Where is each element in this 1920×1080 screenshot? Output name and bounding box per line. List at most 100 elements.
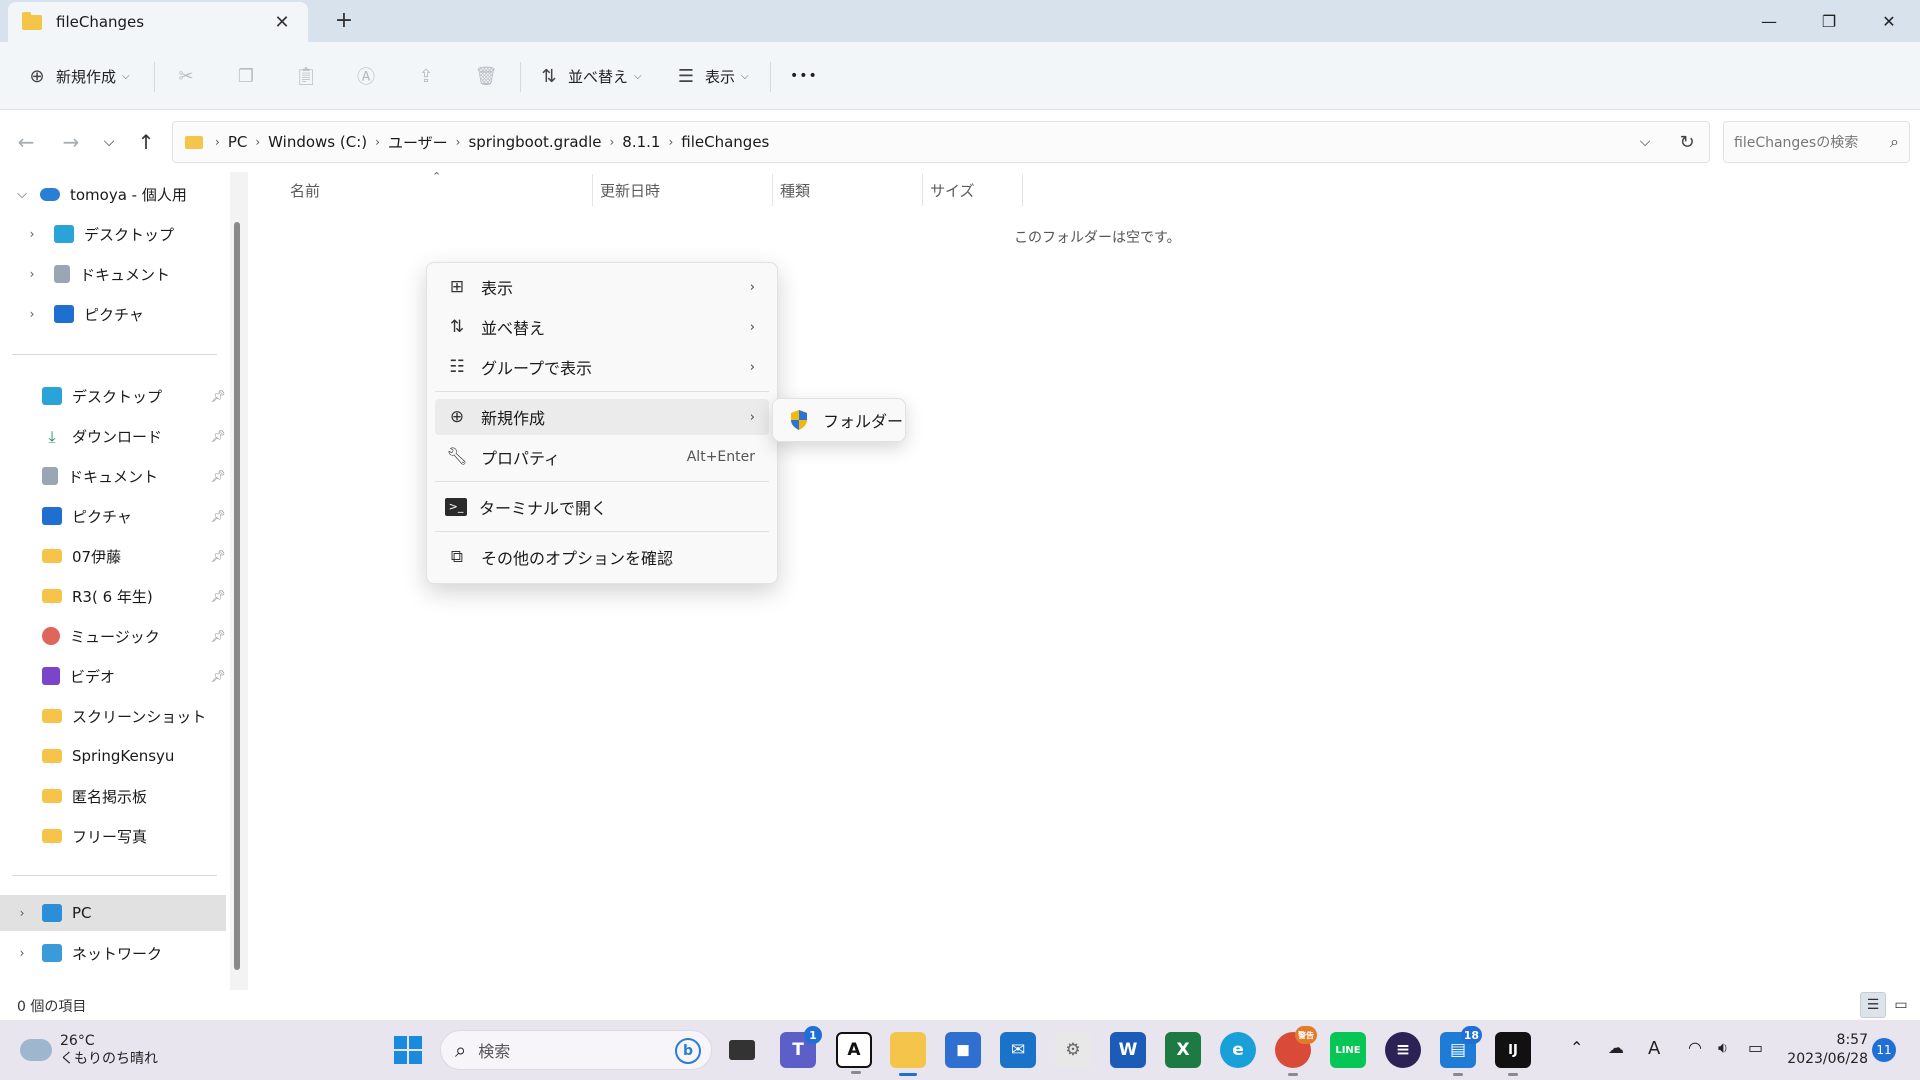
- clock[interactable]: 8:57 2023/06/28: [1786, 1031, 1868, 1069]
- battery-icon[interactable]: ▭: [1748, 1038, 1763, 1057]
- breadcrumb-version[interactable]: 8.1.1: [622, 133, 660, 151]
- column-header-size[interactable]: サイズ: [930, 180, 975, 202]
- quick-access-videos[interactable]: ビデオ 📌︎: [0, 658, 226, 694]
- up-button[interactable]: ↑: [132, 128, 160, 156]
- chevron-right-icon[interactable]: ›: [24, 307, 40, 321]
- forward-button[interactable]: →: [57, 128, 85, 156]
- address-bar[interactable]: › PC › Windows (C:) › ユーザー › springboot.…: [172, 121, 1710, 163]
- recent-locations-button[interactable]: ⌵: [95, 128, 123, 156]
- close-window-button[interactable]: ✕: [1860, 0, 1918, 42]
- wifi-icon[interactable]: ◠: [1688, 1038, 1702, 1057]
- paste-button[interactable]: 📋︎: [295, 58, 318, 94]
- breadcrumb-users[interactable]: ユーザー: [388, 132, 448, 153]
- menu-item-group-by[interactable]: ☷ グループで表示 ›: [435, 349, 769, 385]
- column-divider[interactable]: [922, 174, 923, 206]
- rename-button[interactable]: Ⓐ: [355, 58, 377, 94]
- notification-badge[interactable]: 11: [1872, 1038, 1896, 1062]
- taskbar-teams[interactable]: T1: [780, 1026, 822, 1068]
- volume-icon[interactable]: 🔉︎: [1718, 1038, 1728, 1058]
- menu-item-more-options[interactable]: ⧉ その他のオプションを確認: [435, 539, 769, 575]
- task-view-button[interactable]: [724, 1032, 760, 1068]
- sidebar-item-network[interactable]: › ネットワーク: [0, 935, 226, 971]
- menu-item-open-terminal[interactable]: >_ ターミナルで開く: [435, 489, 769, 525]
- taskbar-store[interactable]: ◼: [945, 1032, 981, 1068]
- menu-item-properties[interactable]: 🔧︎ プロパティ Alt+Enter: [435, 439, 769, 475]
- search-icon[interactable]: ⌕: [1890, 132, 1899, 152]
- column-divider[interactable]: [772, 174, 773, 206]
- quick-access-desktop[interactable]: デスクトップ 📌︎: [0, 378, 226, 414]
- quick-access-free-photos[interactable]: フリー写真: [0, 818, 226, 854]
- maximize-button[interactable]: ❐: [1800, 0, 1858, 42]
- cut-button[interactable]: ✂: [175, 58, 197, 94]
- taskbar-line[interactable]: LINE: [1330, 1032, 1366, 1068]
- start-button[interactable]: [390, 1032, 426, 1068]
- search-box[interactable]: fileChangesの検索 ⌕: [1723, 121, 1910, 163]
- show-hidden-icons-button[interactable]: ⌃: [1570, 1038, 1583, 1057]
- menu-item-new[interactable]: ⊕ 新規作成 ›: [435, 399, 769, 435]
- taskbar-excel[interactable]: X: [1165, 1032, 1201, 1068]
- view-button[interactable]: ☰ 表示 ⌵: [675, 58, 749, 94]
- taskbar-app-a[interactable]: A: [836, 1032, 872, 1074]
- bing-icon[interactable]: b: [675, 1038, 701, 1064]
- sidebar-item-documents-tree[interactable]: › ドキュメント: [0, 256, 226, 292]
- refresh-button[interactable]: ↻: [1667, 122, 1707, 162]
- chevron-right-icon[interactable]: ›: [14, 906, 30, 920]
- submenu-item-folder[interactable]: フォルダー: [823, 408, 903, 432]
- taskbar-file-explorer[interactable]: [890, 1032, 926, 1076]
- quick-access-pictures[interactable]: ピクチャ 📌︎: [0, 498, 226, 534]
- share-button[interactable]: ⇪: [415, 58, 437, 94]
- taskbar-settings[interactable]: ⚙: [1055, 1032, 1091, 1068]
- copy-button[interactable]: ❐: [235, 58, 257, 94]
- sidebar-item-desktop-tree[interactable]: › デスクトップ: [0, 216, 226, 252]
- onedrive-tray-icon[interactable]: ☁: [1608, 1038, 1624, 1057]
- sidebar-scrollbar[interactable]: [234, 222, 240, 970]
- taskbar-eclipse[interactable]: ≡: [1385, 1032, 1421, 1068]
- taskbar-edge[interactable]: e: [1220, 1032, 1256, 1068]
- column-divider[interactable]: [592, 174, 593, 206]
- chevron-down-icon[interactable]: ⌵: [14, 187, 30, 202]
- breadcrumb-pc[interactable]: PC: [228, 133, 248, 151]
- chevron-right-icon[interactable]: ›: [24, 227, 40, 241]
- sidebar-item-pc[interactable]: › PC: [0, 895, 226, 931]
- tiles-view-button[interactable]: ▭: [1888, 992, 1914, 1018]
- ime-icon[interactable]: A: [1648, 1038, 1660, 1059]
- sort-button[interactable]: ⇅ 並べ替え ⌵: [538, 58, 641, 94]
- quick-access-downloads[interactable]: ⤓ ダウンロード 📌︎: [0, 418, 226, 454]
- breadcrumb-filechanges[interactable]: fileChanges: [681, 133, 769, 151]
- sidebar-item-pictures-tree[interactable]: › ピクチャ: [0, 296, 226, 332]
- quick-access-folder-07ito[interactable]: 07伊藤 📌︎: [0, 538, 226, 574]
- taskbar-intellij[interactable]: IJ: [1495, 1032, 1531, 1076]
- quick-access-music[interactable]: ミュージック 📌︎: [0, 618, 226, 654]
- more-options-button[interactable]: •••: [790, 58, 818, 94]
- delete-button[interactable]: 🗑︎: [475, 58, 498, 94]
- menu-item-sort[interactable]: ⇅ 並べ替え ›: [435, 309, 769, 345]
- address-history-button[interactable]: ⌵: [1625, 122, 1665, 162]
- back-button[interactable]: ←: [12, 128, 40, 156]
- quick-access-folder-r3[interactable]: R3( 6 年生) 📌︎: [0, 578, 226, 614]
- taskbar-search[interactable]: ⌕ 検索 b: [440, 1030, 712, 1070]
- quick-access-springkensyu[interactable]: SpringKensyu: [0, 738, 226, 774]
- menu-item-view[interactable]: ⊞ 表示 ›: [435, 269, 769, 305]
- details-view-button[interactable]: ☰: [1860, 992, 1886, 1018]
- quick-access-screenshots[interactable]: スクリーンショット: [0, 698, 226, 734]
- chevron-right-icon[interactable]: ›: [14, 946, 30, 960]
- column-header-modified[interactable]: 更新日時: [600, 180, 660, 202]
- column-header-name[interactable]: 名前: [290, 180, 320, 202]
- new-button[interactable]: ⊕ 新規作成 ⌵: [26, 58, 129, 94]
- weather-widget[interactable]: 26°C くもりのち晴れ: [20, 1030, 158, 1070]
- minimize-button[interactable]: —: [1740, 0, 1798, 42]
- taskbar-mail[interactable]: ✉: [1000, 1032, 1036, 1068]
- tab-filechanges[interactable]: fileChanges ✕: [8, 2, 308, 42]
- close-tab-icon[interactable]: ✕: [270, 12, 294, 33]
- taskbar-word[interactable]: W: [1110, 1032, 1146, 1068]
- new-tab-button[interactable]: +: [330, 8, 358, 36]
- column-header-type[interactable]: 種類: [780, 180, 810, 202]
- taskbar-app-blue[interactable]: ▤ 18: [1440, 1026, 1482, 1076]
- column-divider[interactable]: [1022, 174, 1023, 206]
- quick-access-anonymous-board[interactable]: 匿名掲示板: [0, 778, 226, 814]
- chevron-right-icon[interactable]: ›: [24, 267, 40, 281]
- breadcrumb-springboot-gradle[interactable]: springboot.gradle: [468, 133, 601, 151]
- quick-access-documents[interactable]: ドキュメント 📌︎: [0, 458, 226, 494]
- breadcrumb-drive-c[interactable]: Windows (C:): [268, 133, 367, 151]
- taskbar-chrome[interactable]: 警告: [1275, 1026, 1317, 1076]
